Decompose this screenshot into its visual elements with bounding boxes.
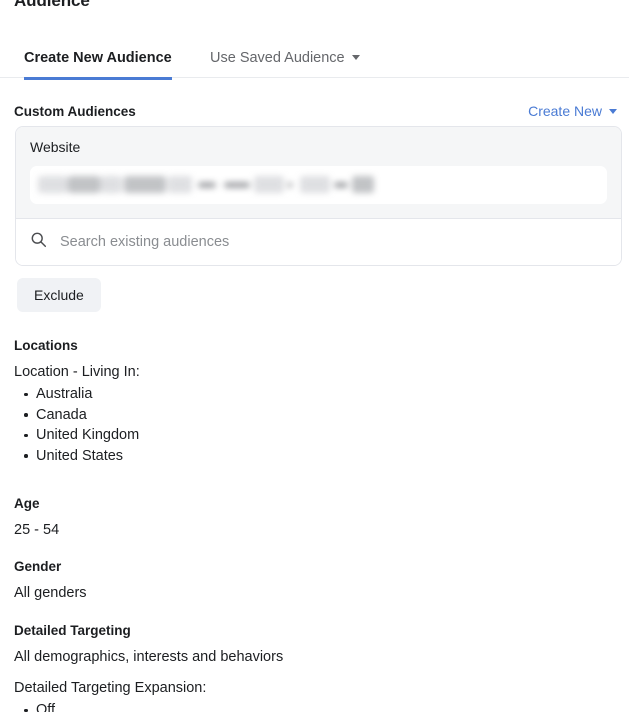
create-new-audience-link[interactable]: Create New [528, 103, 617, 119]
search-existing-audiences-row[interactable]: Search existing audiences [16, 219, 621, 265]
detailed-targeting-title: Detailed Targeting [14, 623, 131, 638]
gender-value: All genders [14, 585, 87, 601]
tab-create-new-audience[interactable]: Create New Audience [24, 38, 172, 80]
create-new-label: Create New [528, 103, 602, 119]
tab-use-saved-audience[interactable]: Use Saved Audience [210, 38, 360, 77]
locations-subtitle: Location - Living In: [14, 364, 140, 380]
list-item: Canada [24, 405, 614, 426]
age-title: Age [14, 496, 40, 511]
selected-audience-chip[interactable] [30, 166, 607, 204]
chevron-down-icon [351, 55, 360, 60]
custom-audiences-card: Website Search existing audiences [15, 126, 622, 266]
list-item: Australia [24, 384, 614, 405]
search-input-placeholder: Search existing audiences [60, 234, 230, 250]
redacted-audience-name [38, 173, 388, 197]
detailed-targeting-value: All demographics, interests and behavior… [14, 649, 284, 665]
list-item: Off [24, 700, 614, 712]
gender-title: Gender [14, 559, 62, 574]
custom-audiences-heading: Custom Audiences [14, 104, 136, 119]
audience-group-website: Website [16, 127, 621, 219]
age-section: Age 25 - 54 [14, 496, 614, 542]
page-title: Audience [14, 0, 90, 10]
search-icon [30, 231, 47, 253]
tab-create-new-audience-label: Create New Audience [24, 49, 172, 66]
tab-use-saved-audience-label: Use Saved Audience [210, 49, 345, 66]
locations-section: Locations Location - Living In: Australi… [14, 338, 614, 466]
audience-tabs: Create New Audience Use Saved Audience [0, 38, 629, 80]
audience-panel: Audience Create New Audience Use Saved A… [0, 0, 629, 712]
detailed-targeting-expansion-label: Detailed Targeting Expansion: [14, 680, 207, 696]
locations-title: Locations [14, 338, 78, 353]
exclude-button[interactable]: Exclude [17, 278, 101, 312]
chevron-down-icon [609, 108, 617, 114]
age-value: 25 - 54 [14, 522, 60, 538]
list-item: United Kingdom [24, 425, 614, 446]
list-item: United States [24, 446, 614, 467]
detailed-targeting-expansion-list: Off [14, 700, 614, 712]
gender-section: Gender All genders [14, 559, 614, 605]
locations-list: Australia Canada United Kingdom United S… [14, 384, 614, 466]
audience-group-label: Website [30, 139, 81, 155]
detailed-targeting-section: Detailed Targeting All demographics, int… [14, 623, 614, 712]
